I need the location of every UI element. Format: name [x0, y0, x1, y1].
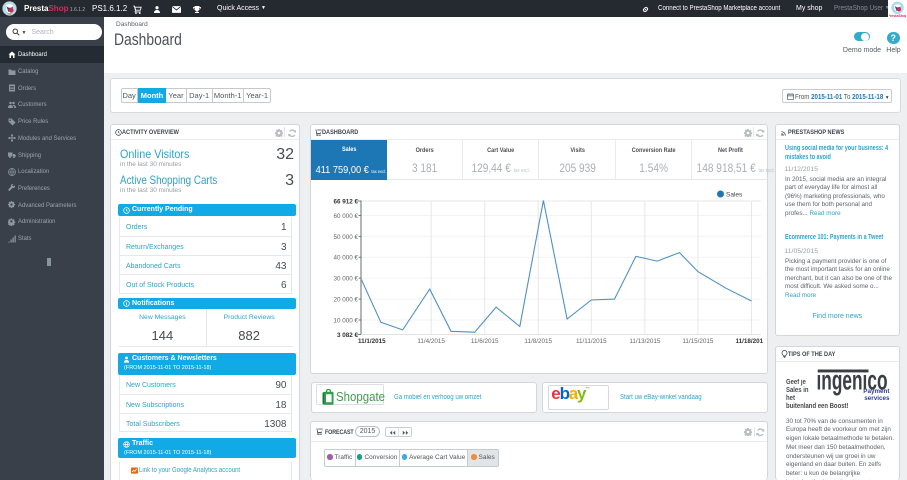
svg-text:11/6/2015: 11/6/2015	[470, 338, 498, 345]
svg-text:30 000 €: 30 000 €	[333, 276, 358, 283]
svg-text:50 000 €: 50 000 €	[333, 234, 358, 241]
svg-text:60 000 €: 60 000 €	[333, 213, 358, 220]
svg-text:Sales: Sales	[726, 192, 743, 199]
svg-text:66 912 €: 66 912 €	[333, 199, 358, 206]
svg-text:11/11/2015: 11/11/2015	[576, 338, 607, 345]
svg-text:10 000 €: 10 000 €	[333, 318, 358, 325]
svg-text:11/18/201: 11/18/201	[735, 338, 763, 345]
svg-text:11/15/2015: 11/15/2015	[682, 338, 714, 345]
svg-text:20 000 €: 20 000 €	[333, 297, 358, 304]
svg-text:3 082 €: 3 082 €	[336, 332, 358, 339]
svg-text:PrestaShop: PrestaShop	[889, 14, 906, 18]
svg-text:11/1/2015: 11/1/2015	[358, 338, 386, 345]
svg-text:40 000 €: 40 000 €	[333, 255, 358, 262]
svg-text:11/8/2015: 11/8/2015	[524, 338, 552, 345]
svg-text:11/4/2015: 11/4/2015	[417, 338, 445, 345]
svg-text:11/13/2015: 11/13/2015	[629, 338, 661, 345]
